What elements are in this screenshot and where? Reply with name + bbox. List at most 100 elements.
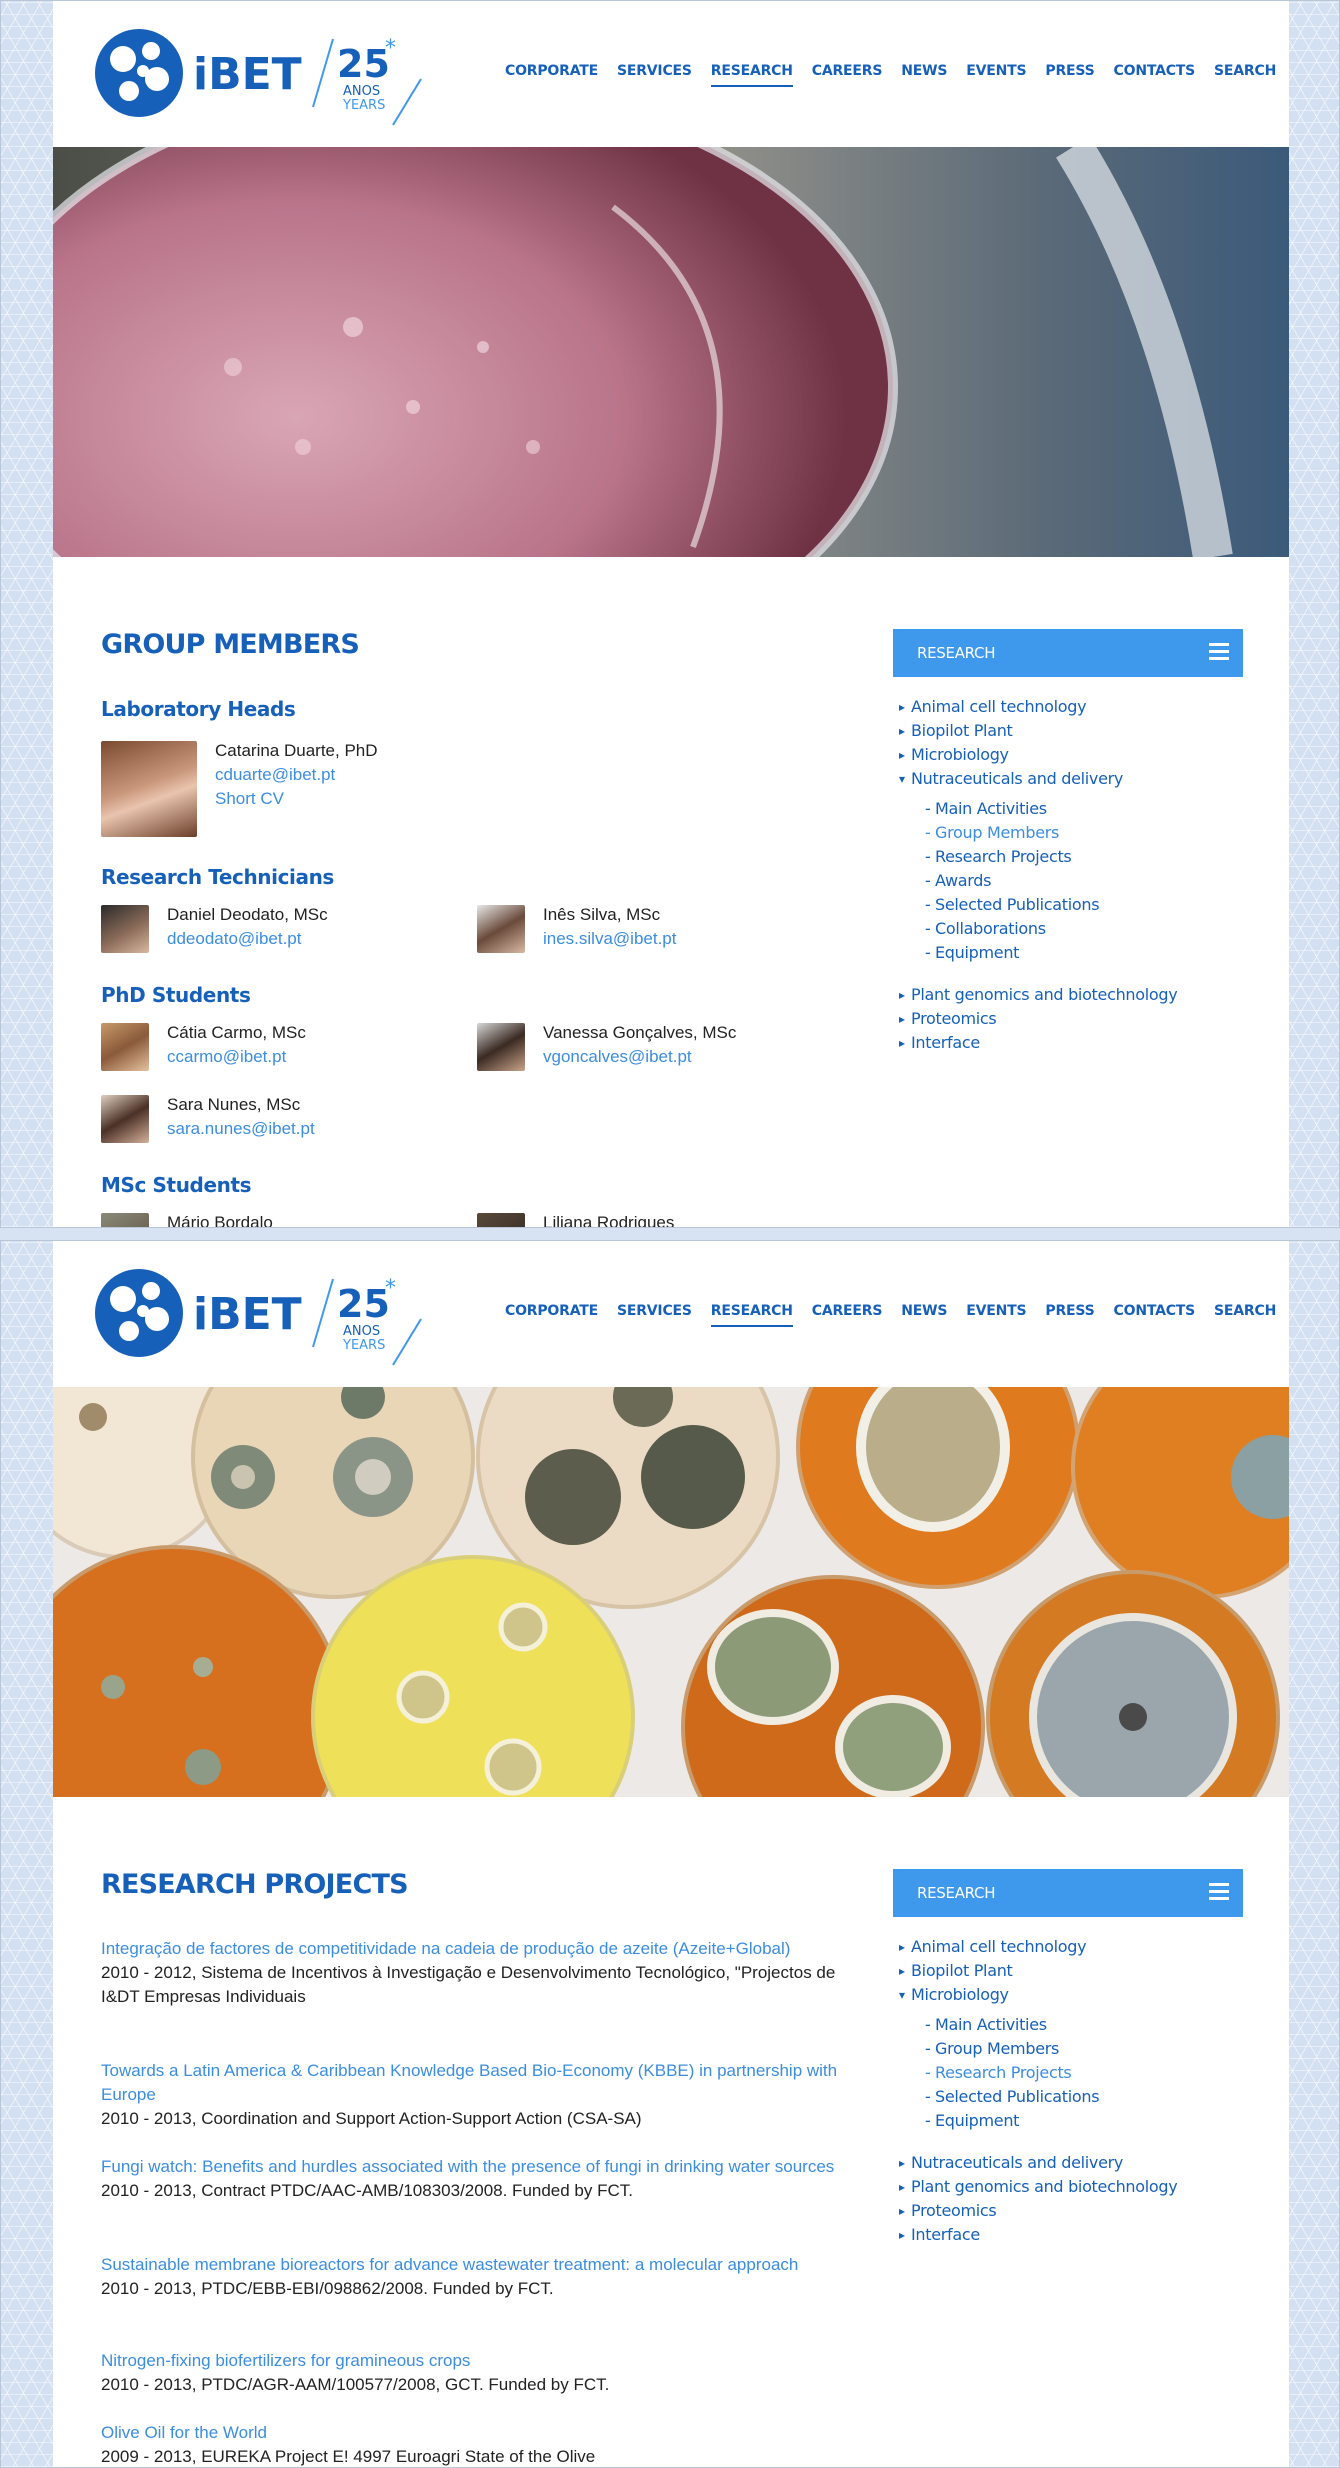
sidebar-item-microbiology[interactable]: Microbiology: [893, 1983, 1243, 2007]
svg-text:ANOS: ANOS: [343, 1324, 380, 1339]
nav-careers[interactable]: CAREERS: [812, 63, 883, 87]
sidebar-sub-awards[interactable]: Awards: [893, 869, 1243, 893]
project-detail: 2010 - 2013, Coordination and Support Ac…: [101, 2109, 642, 2128]
hamburger-menu-icon[interactable]: [1209, 643, 1229, 663]
svg-text:YEARS: YEARS: [342, 1338, 385, 1353]
member-email-link[interactable]: vgoncalves@ibet.pt: [543, 1047, 692, 1067]
site-header: iBET 25 * ANOS YEARS CORPORATE SERVICES …: [53, 1, 1289, 147]
hamburger-menu-icon[interactable]: [1209, 1883, 1229, 1903]
sidebar-sub-publications[interactable]: Selected Publications: [893, 893, 1243, 917]
nav-news[interactable]: NEWS: [901, 63, 947, 87]
sidebar-item-biopilot[interactable]: Biopilot Plant: [893, 1959, 1243, 1983]
project-detail: 2009 - 2013, EUREKA Project E! 4997 Euro…: [101, 2447, 596, 2466]
nav-contacts[interactable]: CONTACTS: [1114, 1303, 1196, 1327]
sidebar-sub-research-projects[interactable]: Research Projects: [893, 2061, 1243, 2085]
project-title-link[interactable]: Towards a Latin America & Caribbean Know…: [101, 2059, 861, 2107]
screenshot-research-projects: iBET 25 * ANOS YEARS CORPORATE SERVICES …: [0, 1240, 1340, 2468]
heading-laboratory-heads: Laboratory Heads: [101, 697, 296, 721]
sidebar-item-animal-cell[interactable]: Animal cell technology: [893, 695, 1243, 719]
nav-research[interactable]: RESEARCH: [710, 1303, 793, 1327]
avatar: [101, 1213, 149, 1227]
member-name: Liliana Rodrigues: [543, 1213, 675, 1227]
member-email-link[interactable]: ccarmo@ibet.pt: [167, 1047, 286, 1067]
member-email-link[interactable]: ines.silva@ibet.pt: [543, 929, 677, 949]
sidebar-item-nutraceuticals[interactable]: Nutraceuticals and delivery: [893, 767, 1243, 791]
short-cv-link[interactable]: Short CV: [215, 789, 284, 809]
nav-events[interactable]: EVENTS: [966, 63, 1026, 87]
project-title-link[interactable]: Olive Oil for the World: [101, 2421, 861, 2445]
sidebar-title: RESEARCH: [917, 1884, 996, 1902]
sidebar-sub-research-projects[interactable]: Research Projects: [893, 845, 1243, 869]
page: iBET 25 * ANOS YEARS CORPORATE SERVICES …: [53, 1241, 1289, 2467]
nav-search[interactable]: SEARCH: [1214, 63, 1276, 87]
page-title: RESEARCH PROJECTS: [101, 1869, 409, 1900]
member-card: Mário Bordalo: [101, 1213, 461, 1227]
sidebar-sub-collaborations[interactable]: Collaborations: [893, 917, 1243, 941]
sidebar-item-microbiology[interactable]: Microbiology: [893, 743, 1243, 767]
sidebar-item-animal-cell[interactable]: Animal cell technology: [893, 1935, 1243, 1959]
nav-services[interactable]: SERVICES: [617, 63, 692, 87]
sidebar-header: RESEARCH: [893, 1869, 1243, 1917]
nav-press[interactable]: PRESS: [1045, 1303, 1094, 1327]
sidebar-item-interface[interactable]: Interface: [893, 2223, 1243, 2247]
nav-corporate[interactable]: CORPORATE: [505, 1303, 598, 1327]
avatar: [477, 905, 525, 953]
project-detail: 2010 - 2012, Sistema de Incentivos à Inv…: [101, 1963, 836, 2006]
sidebar-sub-main-activities[interactable]: Main Activities: [893, 797, 1243, 821]
sidebar-item-nutraceuticals[interactable]: Nutraceuticals and delivery: [893, 2151, 1243, 2175]
sidebar-item-plant-genomics[interactable]: Plant genomics and biotechnology: [893, 2175, 1243, 2199]
project-item: Integração de factores de competitividad…: [101, 1937, 861, 2009]
nav-events[interactable]: EVENTS: [966, 1303, 1026, 1327]
project-detail: 2010 - 2013, Contract PTDC/AAC-AMB/10830…: [101, 2181, 633, 2200]
sidebar-item-proteomics[interactable]: Proteomics: [893, 1007, 1243, 1031]
sidebar-sub-equipment[interactable]: Equipment: [893, 2109, 1243, 2133]
member-email-link[interactable]: cduarte@ibet.pt: [215, 765, 335, 785]
nav-careers[interactable]: CAREERS: [812, 1303, 883, 1327]
nav-corporate[interactable]: CORPORATE: [505, 63, 598, 87]
member-email-link[interactable]: ddeodato@ibet.pt: [167, 929, 301, 949]
nav-press[interactable]: PRESS: [1045, 63, 1094, 87]
nav-research[interactable]: RESEARCH: [710, 63, 793, 87]
project-item: Olive Oil for the World 2009 - 2013, EUR…: [101, 2421, 861, 2467]
site-header: iBET 25 * ANOS YEARS CORPORATE SERVICES …: [53, 1241, 1289, 1387]
hero-image-petri-dishes: [53, 1387, 1289, 1797]
svg-text:25: 25: [337, 1282, 390, 1326]
project-title-link[interactable]: Integração de factores de competitividad…: [101, 1937, 861, 1961]
heading-msc-students: MSc Students: [101, 1173, 252, 1197]
member-email-link[interactable]: sara.nunes@ibet.pt: [167, 1119, 315, 1139]
nav-search[interactable]: SEARCH: [1214, 1303, 1276, 1327]
ibet-logo[interactable]: iBET 25 * ANOS YEARS: [93, 27, 433, 127]
avatar: [101, 905, 149, 953]
nav-contacts[interactable]: CONTACTS: [1114, 63, 1196, 87]
nav-news[interactable]: NEWS: [901, 1303, 947, 1327]
project-title-link[interactable]: Fungi watch: Benefits and hurdles associ…: [101, 2155, 861, 2179]
project-title-link[interactable]: Sustainable membrane bioreactors for adv…: [101, 2253, 861, 2277]
member-card: Sara Nunes, MSc sara.nunes@ibet.pt: [101, 1095, 461, 1147]
project-title-link[interactable]: Nitrogen-fixing biofertilizers for grami…: [101, 2349, 861, 2373]
sidebar-title: RESEARCH: [917, 644, 996, 662]
member-card: Cátia Carmo, MSc ccarmo@ibet.pt: [101, 1023, 461, 1075]
sidebar-sub-main-activities[interactable]: Main Activities: [893, 2013, 1243, 2037]
sidebar-sub-equipment[interactable]: Equipment: [893, 941, 1243, 965]
page-title: GROUP MEMBERS: [101, 629, 360, 660]
nav-services[interactable]: SERVICES: [617, 1303, 692, 1327]
sidebar-header: RESEARCH: [893, 629, 1243, 677]
research-sidebar: RESEARCH Animal cell technology Biopilot…: [893, 629, 1243, 1055]
ibet-logo[interactable]: iBET 25 * ANOS YEARS: [93, 1267, 433, 1367]
sidebar-sub-group-members[interactable]: Group Members: [893, 821, 1243, 845]
sidebar-item-proteomics[interactable]: Proteomics: [893, 2199, 1243, 2223]
sidebar-sub-publications[interactable]: Selected Publications: [893, 2085, 1243, 2109]
heading-research-technicians: Research Technicians: [101, 865, 334, 889]
sidebar-sub-group-members[interactable]: Group Members: [893, 2037, 1243, 2061]
avatar: [477, 1023, 525, 1071]
svg-text:YEARS: YEARS: [342, 98, 385, 113]
member-name: Inês Silva, MSc: [543, 905, 661, 924]
member-card: Vanessa Gonçalves, MSc vgoncalves@ibet.p…: [477, 1023, 837, 1075]
sidebar-item-interface[interactable]: Interface: [893, 1031, 1243, 1055]
member-name: Mário Bordalo: [167, 1213, 273, 1227]
member-card: Liliana Rodrigues: [477, 1213, 837, 1227]
sidebar-item-biopilot[interactable]: Biopilot Plant: [893, 719, 1243, 743]
sidebar-item-plant-genomics[interactable]: Plant genomics and biotechnology: [893, 983, 1243, 1007]
hero-image-lab-flask: [53, 147, 1289, 557]
member-name: Daniel Deodato, MSc: [167, 905, 328, 924]
